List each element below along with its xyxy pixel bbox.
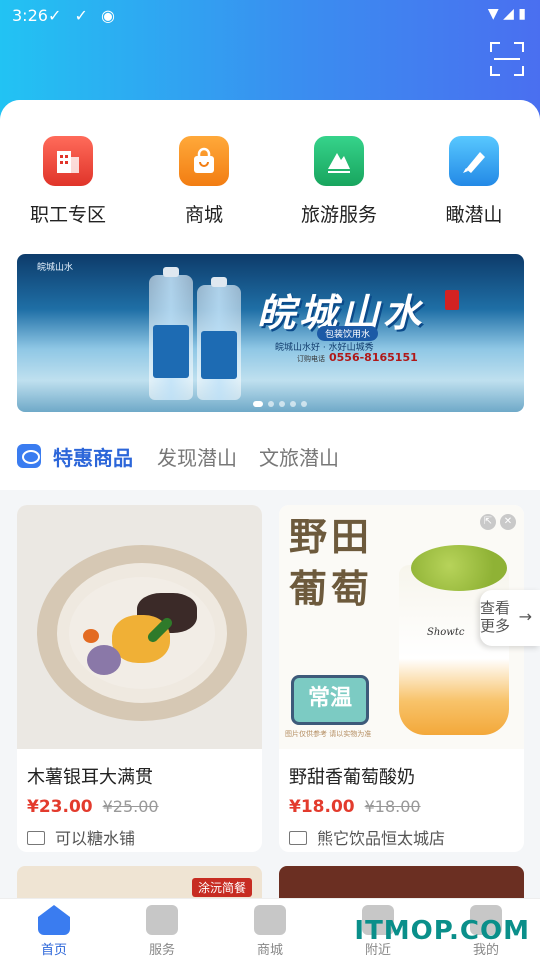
image-disclaimer: 图片仅供参考 请以实物为准	[285, 730, 372, 738]
content-tabs: 特惠商品 发现潜山 文旅潜山	[17, 440, 517, 474]
notification-icons: ✓ ✓ ◉	[48, 6, 119, 25]
quick-action-view-qianshan[interactable]: 瞰潜山	[414, 136, 534, 227]
promo-tag: 涂沅简餐	[191, 878, 252, 897]
share-icon[interactable]: ⇱	[480, 514, 496, 530]
product-card-partial[interactable]: 涂沅简餐	[17, 866, 262, 900]
quick-action-mall[interactable]: 商城	[144, 136, 264, 227]
quick-action-staff-zone[interactable]: 职工专区	[8, 136, 128, 227]
ad-controls: ⇱ ✕	[476, 509, 516, 530]
nav-mall[interactable]: 商城	[230, 905, 310, 958]
building-icon	[43, 136, 93, 186]
quick-action-label: 瞰潜山	[445, 204, 503, 226]
tab-special-offers[interactable]: 特惠商品	[53, 442, 133, 471]
quick-action-label: 职工专区	[29, 204, 106, 226]
shop-name: 可以糖水铺	[27, 825, 262, 849]
bottle-image	[149, 267, 193, 400]
seal-icon	[445, 290, 459, 310]
quick-action-label: 旅游服务	[300, 204, 377, 226]
promo-banner[interactable]: 皖城山水 皖城山水 包装饮用水 皖城山水好 · 水好山城秀 订购电话 0556-8…	[17, 254, 524, 412]
store-icon	[289, 831, 307, 845]
product-card-partial[interactable]	[279, 866, 524, 900]
nav-services[interactable]: 服务	[122, 905, 202, 958]
banner-header: 皖城山水	[37, 263, 74, 273]
product-name: 野甜香葡萄酸奶	[289, 767, 415, 788]
product-price: ¥18.00 ¥18.00	[289, 797, 421, 817]
close-icon[interactable]: ✕	[500, 514, 516, 530]
store-icon	[254, 905, 286, 935]
banner-phone: 订购电话 0556-8165151	[297, 351, 418, 364]
store-icon	[27, 831, 45, 845]
temperature-badge: 常温	[291, 675, 369, 725]
status-time: 3:26	[12, 6, 48, 25]
shop-name: 熊它饮品恒太城店	[289, 825, 524, 849]
mountain-icon	[314, 136, 364, 186]
tab-culture-travel[interactable]: 文旅潜山	[259, 442, 339, 471]
banner-pagination	[253, 392, 312, 411]
image-title: 野田葡萄	[289, 514, 374, 611]
product-card[interactable]: 木薯银耳大满贯 ¥23.00 ¥25.00 可以糖水铺	[17, 505, 262, 852]
home-icon	[38, 905, 70, 935]
pen-icon	[449, 136, 499, 186]
heart-hand-icon	[146, 905, 178, 935]
quick-actions: 职工专区 商城 旅游服务 瞰潜山	[0, 136, 540, 236]
product-price: ¥23.00 ¥25.00	[27, 797, 159, 817]
view-more-button[interactable]: 查看 更多 →	[480, 590, 540, 646]
quick-action-label: 商城	[184, 204, 223, 226]
quick-action-travel[interactable]: 旅游服务	[279, 136, 399, 227]
scan-icon[interactable]	[490, 42, 524, 76]
product-card[interactable]: 野田葡萄 Showtc 常温 图片仅供参考 请以实物为准 ⇱ ✕ 野甜香葡萄酸奶 …	[279, 505, 524, 852]
status-bar: 3:26 ✓ ✓ ◉ ▼ ◢ ▮	[0, 0, 540, 32]
chat-bubble-icon	[17, 444, 41, 468]
tab-discover[interactable]: 发现潜山	[157, 442, 237, 471]
bottle-image	[197, 277, 241, 400]
shopping-bag-icon	[179, 136, 229, 186]
arrow-right-icon: →	[518, 607, 532, 626]
cup-brand: Showtc	[427, 627, 465, 638]
watermark: ITMOP.COM	[354, 916, 530, 946]
product-image	[17, 505, 262, 749]
system-icons: ▼ ◢ ▮	[487, 6, 526, 22]
nav-home[interactable]: 首页	[14, 905, 94, 958]
product-name: 木薯银耳大满贯	[27, 767, 153, 788]
banner-tag: 包装饮用水	[317, 326, 379, 341]
